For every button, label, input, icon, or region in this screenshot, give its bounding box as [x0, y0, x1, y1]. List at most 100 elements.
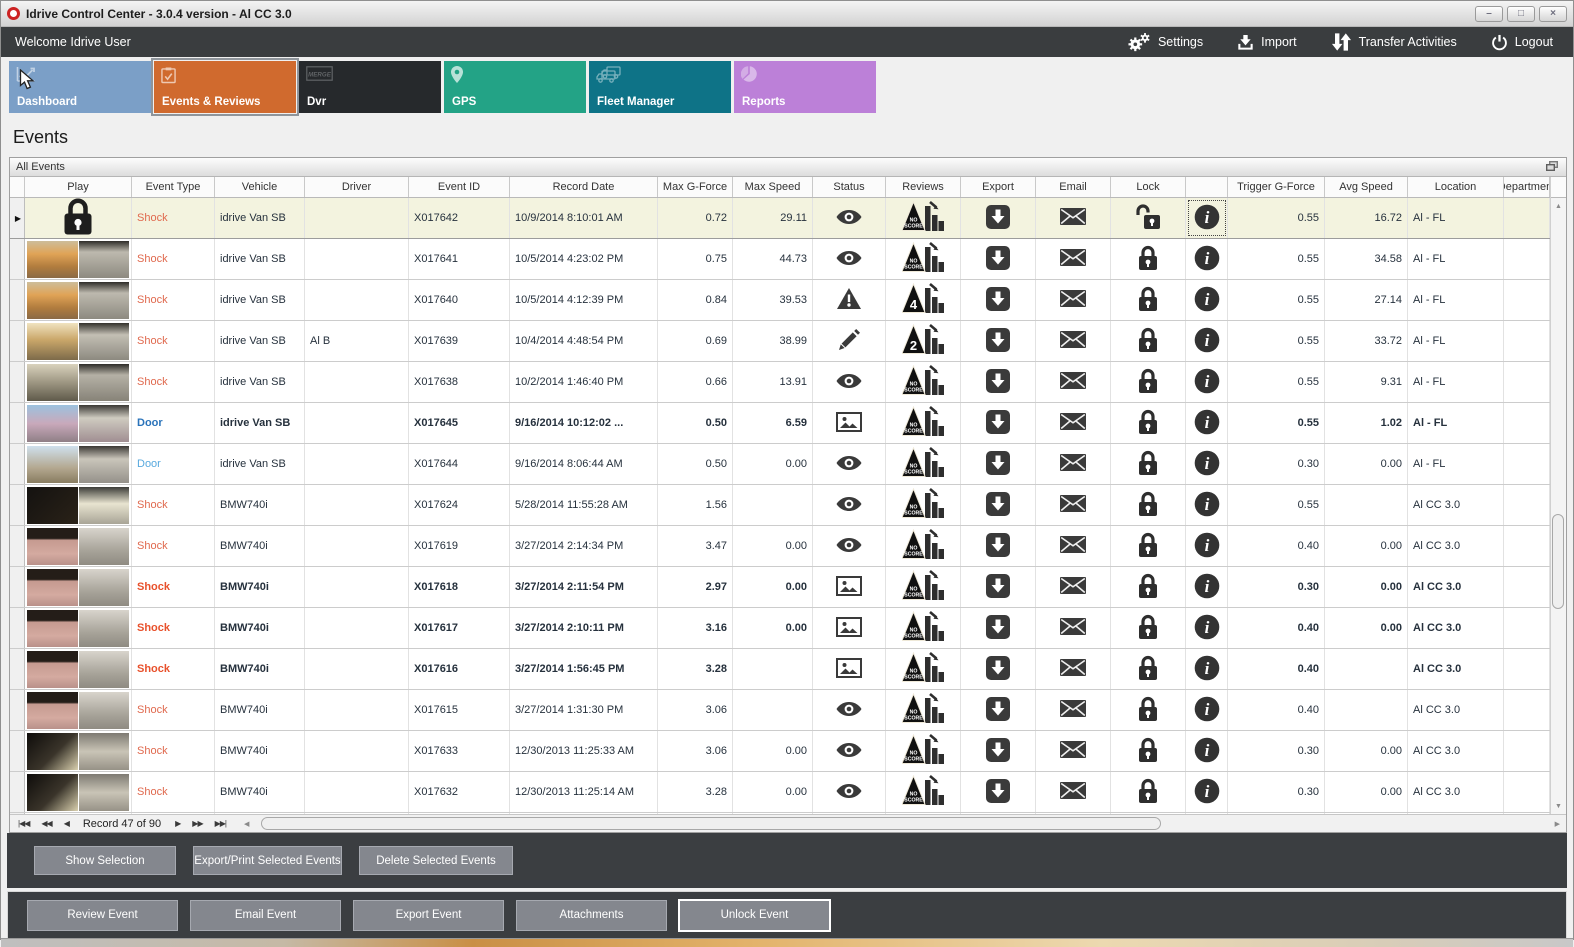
- cell-play[interactable]: [25, 567, 132, 607]
- table-row[interactable]: Shock BMW740i X017632 12/30/2013 11:25:14 A…: [10, 772, 1550, 813]
- row-selector[interactable]: [10, 239, 25, 279]
- tab-dashboard[interactable]: Dashboard: [9, 61, 151, 113]
- cell-export[interactable]: [961, 772, 1036, 812]
- scroll-left-arrow-icon[interactable]: ◀: [240, 820, 253, 828]
- column-header-location[interactable]: Location: [1408, 177, 1504, 197]
- cell-reviews[interactable]: NO SCORE: [886, 198, 961, 238]
- cell-lock[interactable]: [1111, 239, 1186, 279]
- cell-export[interactable]: [961, 321, 1036, 361]
- cell-email[interactable]: [1036, 690, 1111, 730]
- column-header-vehicle[interactable]: Vehicle: [215, 177, 305, 197]
- cell-lock[interactable]: [1111, 485, 1186, 525]
- cell-status[interactable]: [813, 772, 886, 812]
- table-row[interactable]: Shock idrive Van SB X017638 10/2/2014 1:46:…: [10, 362, 1550, 403]
- tab-events-reviews[interactable]: Events & Reviews: [151, 58, 299, 116]
- row-selector[interactable]: [10, 444, 25, 484]
- cell-status[interactable]: [813, 485, 886, 525]
- event-thumbnail[interactable]: [27, 773, 129, 811]
- cell-export[interactable]: [961, 567, 1036, 607]
- event-thumbnail[interactable]: [27, 445, 129, 483]
- cell-status[interactable]: [813, 321, 886, 361]
- nav-first-button[interactable]: |◀◀: [12, 819, 35, 828]
- email-event-button[interactable]: Email Event: [190, 899, 341, 931]
- row-selector[interactable]: [10, 813, 25, 814]
- cell-play[interactable]: [25, 608, 132, 648]
- event-thumbnail[interactable]: [27, 609, 129, 647]
- table-row[interactable]: Door idrive Van SB X017644 9/16/2014 8:06:4…: [10, 444, 1550, 485]
- row-selector[interactable]: [10, 362, 25, 402]
- cell-lock[interactable]: [1111, 649, 1186, 689]
- cell-export[interactable]: [961, 690, 1036, 730]
- cell-lock[interactable]: [1111, 567, 1186, 607]
- cell-email[interactable]: [1036, 608, 1111, 648]
- cell-lock[interactable]: [1111, 280, 1186, 320]
- cell-play[interactable]: [25, 649, 132, 689]
- cell-lock[interactable]: [1111, 608, 1186, 648]
- table-row[interactable]: Shock BMW740i X017633 12/30/2013 11:25:33 A…: [10, 731, 1550, 772]
- column-header-trigger_g[interactable]: Trigger G-Force: [1228, 177, 1325, 197]
- row-selector[interactable]: [10, 403, 25, 443]
- cell-status[interactable]: [813, 362, 886, 402]
- column-header-play[interactable]: Play: [25, 177, 132, 197]
- delete-selected-button[interactable]: Delete Selected Events: [359, 846, 513, 875]
- cell-email[interactable]: [1036, 731, 1111, 771]
- row-selector[interactable]: ▶: [10, 198, 25, 238]
- nav-next-button[interactable]: ▶: [169, 819, 186, 828]
- table-row[interactable]: Shock idrive Van SB X017641 10/5/2014 4:23:…: [10, 239, 1550, 280]
- cell-info[interactable]: i: [1186, 444, 1228, 484]
- cell-status[interactable]: [813, 608, 886, 648]
- cell-email[interactable]: [1036, 403, 1111, 443]
- scroll-up-arrow-icon[interactable]: ▲: [1551, 198, 1566, 214]
- cell-status[interactable]: [813, 731, 886, 771]
- cell-export[interactable]: [961, 485, 1036, 525]
- cell-lock[interactable]: [1111, 526, 1186, 566]
- horizontal-scrollbar-track[interactable]: [253, 816, 1550, 831]
- cell-info[interactable]: i: [1186, 649, 1228, 689]
- table-row[interactable]: Shock idrive Van SB X017640 10/5/2014 4:12:…: [10, 280, 1550, 321]
- row-selector[interactable]: [10, 608, 25, 648]
- nav-prev-page-button[interactable]: ◀◀: [35, 819, 57, 828]
- row-selector[interactable]: [10, 731, 25, 771]
- event-thumbnail[interactable]: [27, 281, 129, 319]
- cell-lock[interactable]: [1111, 444, 1186, 484]
- cell-email[interactable]: [1036, 321, 1111, 361]
- cell-status[interactable]: [813, 239, 886, 279]
- transfer-activities-button[interactable]: Transfer Activities: [1331, 33, 1457, 51]
- cell-email[interactable]: [1036, 444, 1111, 484]
- cell-status[interactable]: [813, 403, 886, 443]
- event-thumbnail[interactable]: [27, 486, 129, 524]
- cell-play[interactable]: [25, 690, 132, 730]
- column-header-avg_speed[interactable]: Avg Speed: [1325, 177, 1408, 197]
- event-thumbnail[interactable]: [27, 650, 129, 688]
- scroll-right-arrow-icon[interactable]: ▶: [1551, 820, 1564, 828]
- table-row[interactable]: Shock BMW740i X017616 3/27/2014 1:56:45 PM 3…: [10, 649, 1550, 690]
- cell-reviews[interactable]: NO SCORE: [886, 526, 961, 566]
- tab-fleet-manager[interactable]: Fleet Manager: [589, 61, 731, 113]
- event-thumbnail[interactable]: [27, 691, 129, 729]
- event-thumbnail[interactable]: [27, 527, 129, 565]
- cell-play[interactable]: [25, 198, 132, 238]
- cell-reviews[interactable]: NO SCORE: [886, 649, 961, 689]
- cell-play[interactable]: [25, 813, 132, 814]
- cell-reviews[interactable]: NO SCORE: [886, 239, 961, 279]
- column-header-driver[interactable]: Driver: [305, 177, 409, 197]
- cell-info[interactable]: i: [1186, 321, 1228, 361]
- cell-play[interactable]: [25, 731, 132, 771]
- cell-reviews[interactable]: NO SCORE: [886, 608, 961, 648]
- table-row[interactable]: Shock BMW740i X017617 3/27/2014 2:10:11 PM 3…: [10, 608, 1550, 649]
- cell-export[interactable]: [961, 198, 1036, 238]
- cell-status[interactable]: [813, 690, 886, 730]
- minimize-button[interactable]: –: [1475, 5, 1503, 22]
- cell-info[interactable]: i: [1186, 198, 1228, 238]
- import-button[interactable]: Import: [1237, 34, 1297, 51]
- table-row[interactable]: Shock BMW740i X017615 3/27/2014 1:31:30 PM 3…: [10, 690, 1550, 731]
- column-header-department[interactable]: Department: [1504, 177, 1550, 197]
- column-header-export[interactable]: Export: [961, 177, 1036, 197]
- cell-export[interactable]: [961, 444, 1036, 484]
- cell-lock[interactable]: [1111, 772, 1186, 812]
- cell-info[interactable]: i: [1186, 608, 1228, 648]
- cell-play[interactable]: [25, 321, 132, 361]
- logout-button[interactable]: Logout: [1491, 34, 1553, 51]
- column-header-lock[interactable]: Lock: [1111, 177, 1186, 197]
- cell-info[interactable]: i: [1186, 772, 1228, 812]
